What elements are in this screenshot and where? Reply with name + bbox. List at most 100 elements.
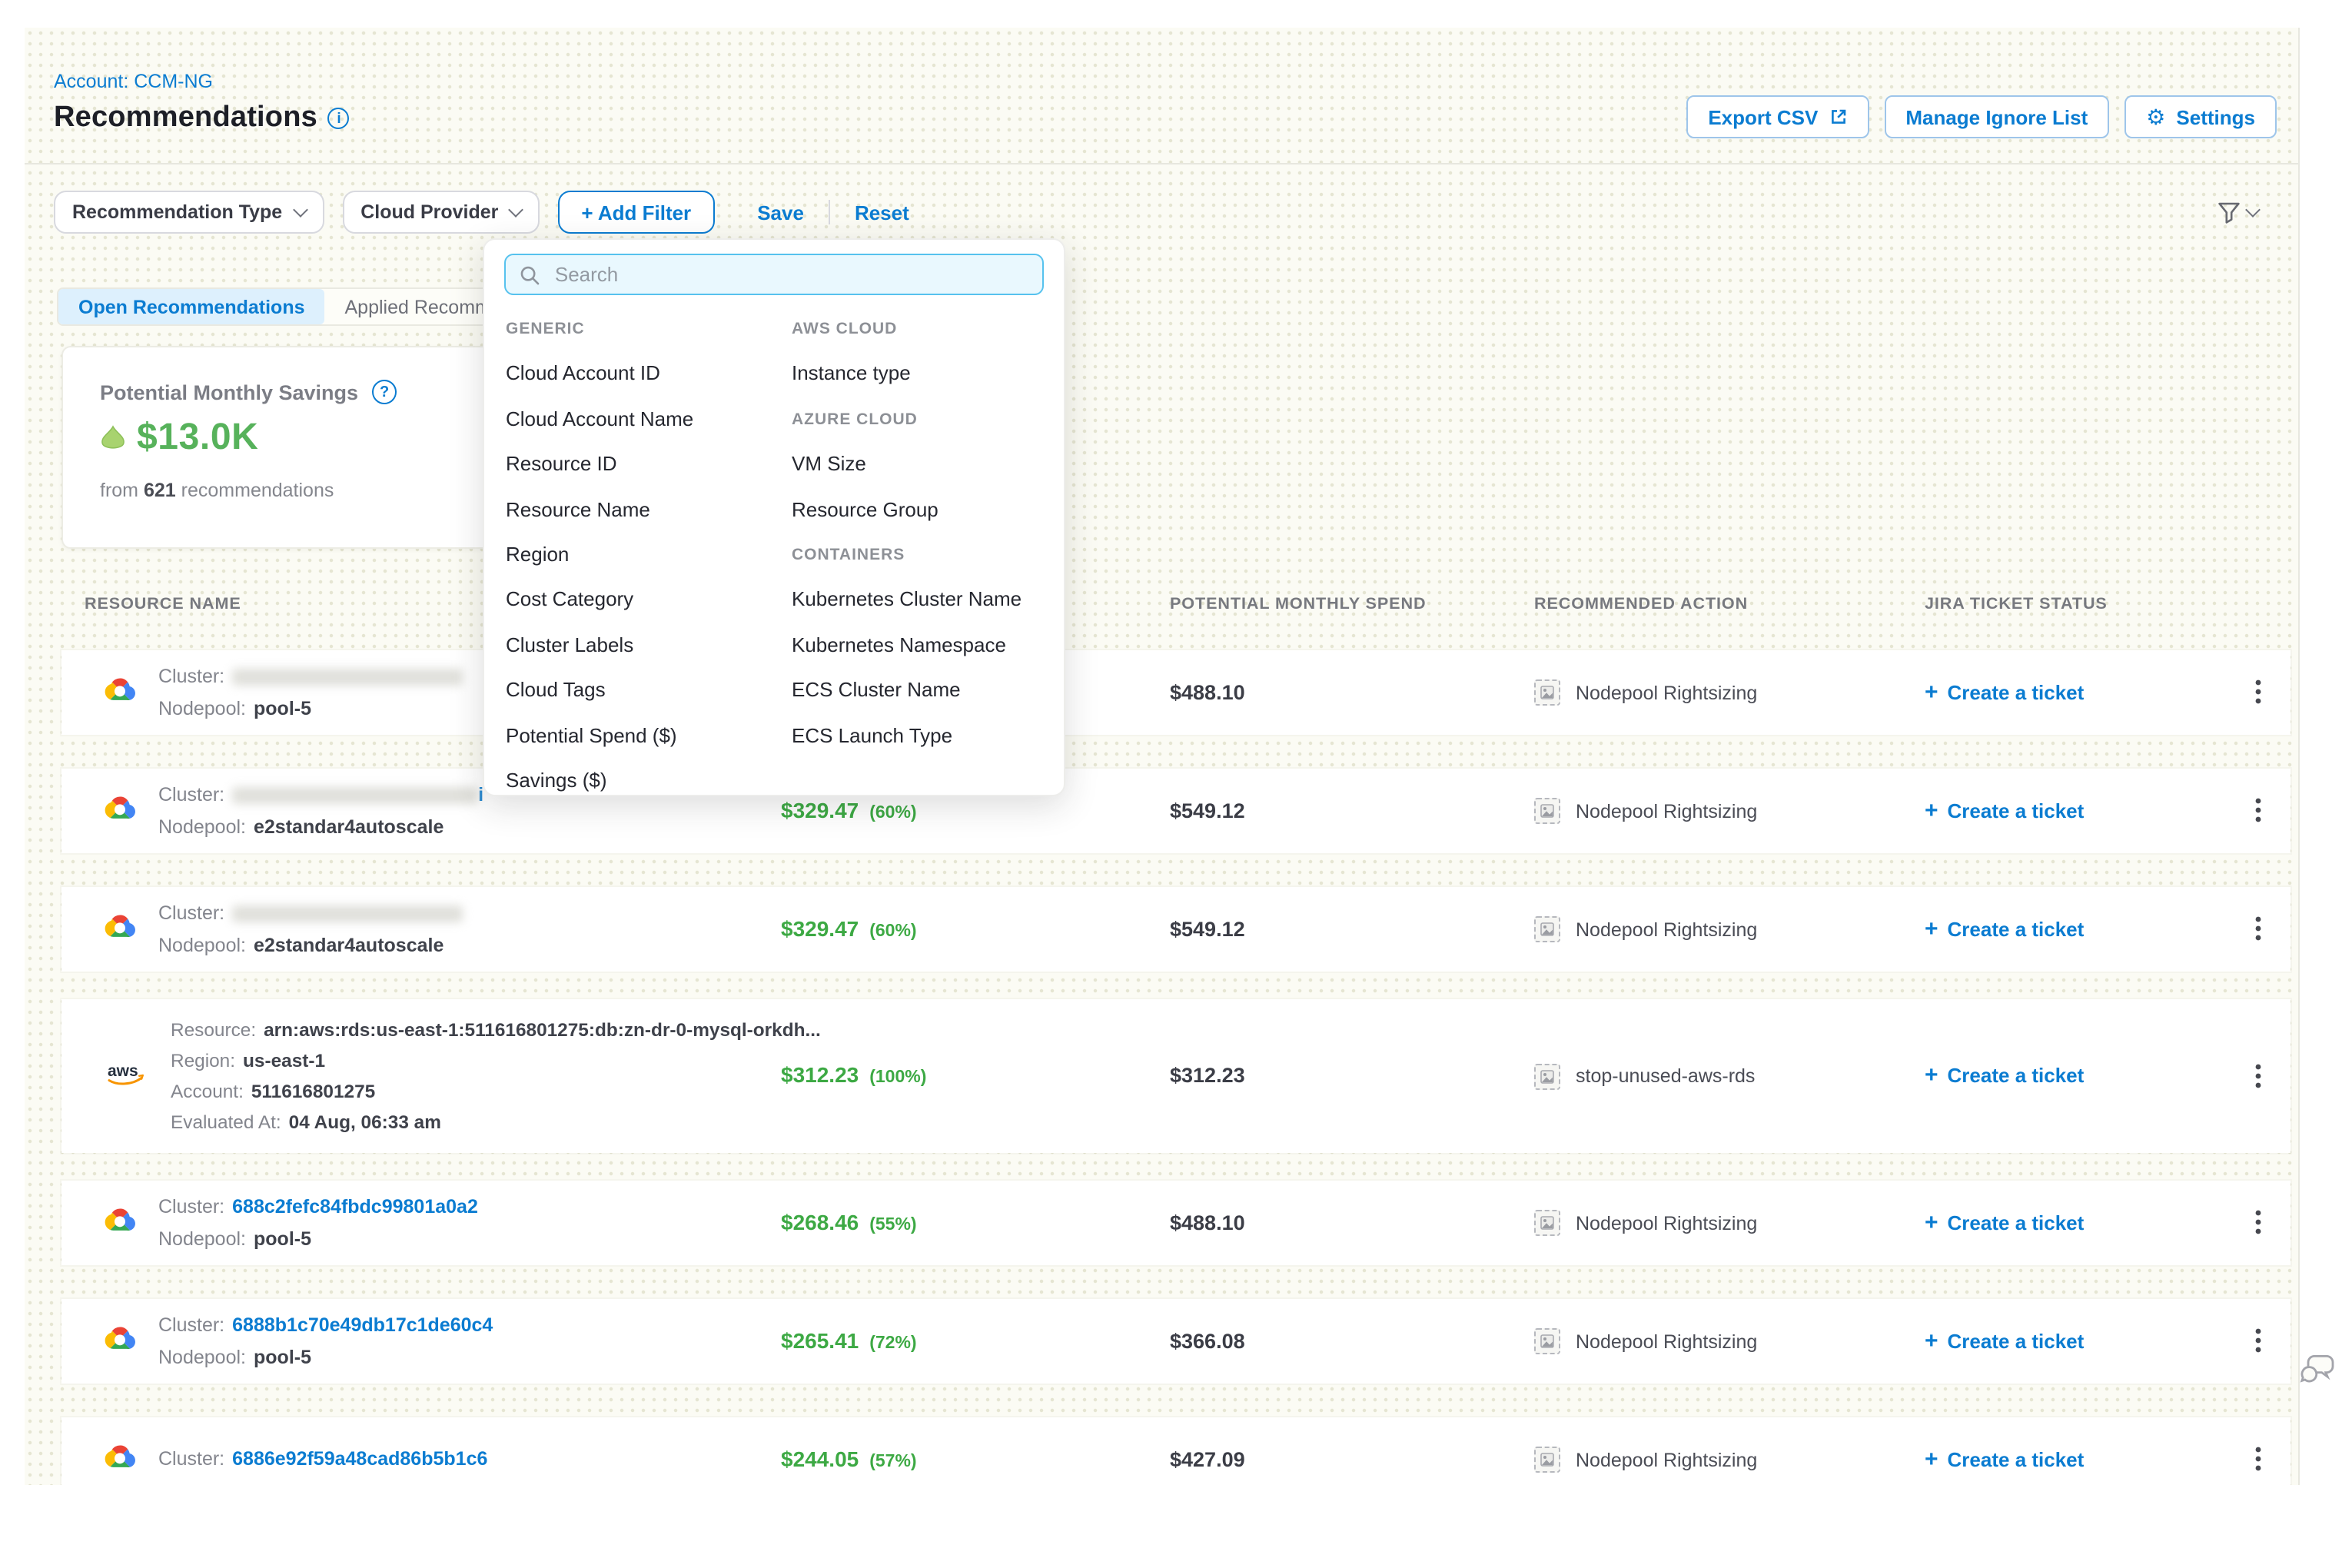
filter-option[interactable]: Savings ($) — [506, 766, 607, 796]
resource-lines: Cluster:iNodepool:e2standar4autoscale — [158, 779, 483, 843]
filter-option[interactable]: Kubernetes Cluster Name — [792, 585, 1022, 616]
resource-value: e2standar4autoscale — [254, 934, 443, 955]
filter-option[interactable]: ECS Launch Type — [792, 720, 952, 751]
kebab-menu[interactable] — [2241, 1321, 2275, 1360]
filter-option[interactable]: Cost Category — [506, 585, 633, 616]
savings-cell: $329.47(60%) — [719, 797, 1108, 825]
add-filter-button[interactable]: + Add Filter — [558, 191, 714, 234]
create-ticket-link[interactable]: + Create a ticket — [1925, 1447, 2084, 1470]
filter-option[interactable]: ECS Cluster Name — [792, 675, 961, 706]
page: Account: CCM-NG Recommendations Export C… — [0, 0, 2352, 1568]
resource-line: Nodepool:pool-5 — [158, 693, 463, 725]
filter-group-header: AWS CLOUD — [792, 314, 897, 344]
kebab-menu[interactable] — [2241, 1202, 2275, 1242]
page-title: Recommendations — [54, 101, 317, 135]
save-filter-link[interactable]: Save — [751, 201, 810, 224]
filter-option[interactable]: Potential Spend ($) — [506, 720, 677, 751]
table-row[interactable]: Cluster:Nodepool:e2standar4autoscale$329… — [61, 887, 2291, 972]
filter-option[interactable]: Kubernetes Namespace — [792, 630, 1006, 661]
settings-button[interactable]: Settings — [2124, 95, 2277, 138]
savings-subtext: from 621 recommendations — [100, 480, 334, 501]
savings-value: $312.23 — [781, 1062, 859, 1087]
savings-percent: (60%) — [869, 922, 916, 940]
recommendation-type-filter[interactable]: Recommendation Type — [54, 191, 324, 234]
create-ticket-label: Create a ticket — [1948, 799, 2085, 822]
filter-option[interactable]: Resource Group — [792, 494, 938, 525]
jira-cell: +Create a ticket — [1863, 1062, 2180, 1090]
action-placeholder-icon — [1534, 1447, 1560, 1473]
savings-value: $244.05 — [781, 1446, 859, 1470]
table-row[interactable]: Cluster:6888b1c70e49db17c1de60c4Nodepool… — [61, 1299, 2291, 1384]
action-placeholder-icon — [1534, 798, 1560, 824]
cluster-link[interactable]: 688c2fefc84fbdc99801a0a2 — [232, 1195, 478, 1217]
gcp-icon — [105, 673, 135, 712]
create-ticket-label: Create a ticket — [1948, 1064, 2085, 1087]
info-icon[interactable] — [328, 108, 350, 129]
manage-ignore-list-button[interactable]: Manage Ignore List — [1884, 95, 2109, 138]
filter-option[interactable]: Cloud Account Name — [506, 404, 693, 435]
tab-open-recommendations[interactable]: Open Recommendations — [58, 289, 325, 324]
create-ticket-link[interactable]: +Create a ticket — [1925, 680, 2084, 703]
chat-support-icon[interactable] — [2300, 1353, 2335, 1393]
redacted-value — [232, 668, 463, 685]
table-row[interactable]: Cluster:688c2fefc84fbdc99801a0a2Nodepool… — [61, 1181, 2291, 1265]
kebab-menu[interactable] — [2241, 1439, 2275, 1479]
filter-option[interactable]: Region — [506, 540, 569, 570]
jira-cell: +Create a ticket — [1863, 1327, 2180, 1355]
kebab-menu[interactable] — [2241, 1055, 2275, 1095]
spend-value: $312.23 — [1170, 1064, 1245, 1087]
table-row[interactable]: Cluster:Nodepool:pool-5$488.10Nodepool R… — [61, 650, 2291, 735]
gcp-icon — [105, 910, 135, 948]
savings-amount: $13.0K — [137, 417, 258, 460]
create-ticket-label: Create a ticket — [1948, 1447, 2085, 1470]
resource-line: Nodepool: e2standar4autoscale — [158, 929, 463, 962]
resource-lines: Cluster:6888b1c70e49db17c1de60c4Nodepool… — [158, 1309, 493, 1374]
account-breadcrumb[interactable]: Account: CCM-NG — [54, 71, 213, 92]
resource-line: Evaluated At:04 Aug, 06:33 am — [171, 1107, 821, 1138]
filter-option[interactable]: Resource Name — [506, 494, 650, 525]
spend-value: $549.12 — [1170, 799, 1245, 822]
resource-line-label: Cluster: — [158, 1195, 224, 1217]
cloud-provider-filter[interactable]: Cloud Provider — [342, 191, 540, 234]
kebab-menu[interactable] — [2241, 790, 2275, 830]
kebab-menu[interactable] — [2241, 672, 2275, 712]
table-row[interactable]: Cluster:iNodepool:e2standar4autoscale $32… — [61, 769, 2291, 853]
filter-option[interactable]: Cloud Tags — [506, 675, 606, 706]
filter-option[interactable]: VM Size — [792, 449, 866, 480]
manage-ignore-list-label: Manage Ignore List — [1905, 105, 2088, 128]
resource-line-label: Nodepool: — [158, 934, 246, 955]
filter-search-box — [504, 254, 1044, 295]
create-ticket-link[interactable]: +Create a ticket — [1925, 917, 2084, 940]
filter-option[interactable]: Cloud Account ID — [506, 359, 660, 390]
resource-line-label: Region: — [171, 1050, 235, 1071]
spend-value: $488.10 — [1170, 1211, 1245, 1234]
spend-cell: $312.23 — [1108, 1062, 1473, 1090]
gcp-icon — [105, 1322, 135, 1360]
cluster-link[interactable]: 6886e92f59a48cad86b5b1c6 — [232, 1448, 487, 1470]
jira-cell: +Create a ticket — [1863, 915, 2180, 943]
cluster-link[interactable]: 6888b1c70e49db17c1de60c4 — [232, 1314, 493, 1335]
kebab-menu[interactable] — [2241, 909, 2275, 948]
filter-option[interactable]: Instance type — [792, 359, 911, 390]
create-ticket-link[interactable]: +Create a ticket — [1925, 1211, 2084, 1234]
plus-icon: + — [1925, 1447, 1938, 1470]
create-ticket-link[interactable]: +Create a ticket — [1925, 1329, 2084, 1352]
filter-option[interactable]: Cluster Labels — [506, 630, 633, 661]
savings-card-label: Potential Monthly Savings — [100, 380, 358, 404]
search-input[interactable] — [552, 261, 1028, 287]
help-icon[interactable] — [372, 380, 397, 404]
create-ticket-link[interactable]: +Create a ticket — [1925, 799, 2084, 822]
spend-cell: $427.09 — [1108, 1446, 1473, 1473]
reset-filter-link[interactable]: Reset — [849, 201, 915, 224]
filter-funnel-icon[interactable] — [2217, 200, 2258, 224]
action-placeholder-icon — [1534, 916, 1560, 942]
export-csv-button[interactable]: Export CSV — [1686, 95, 1869, 138]
table-row[interactable]: awsResource:arn:aws:rds:us-east-1:511616… — [61, 999, 2291, 1153]
table-row[interactable]: Cluster:6886e92f59a48cad86b5b1c6$244.05(… — [61, 1417, 2291, 1485]
create-ticket-link[interactable]: +Create a ticket — [1925, 1064, 2084, 1087]
savings-value: $268.46 — [781, 1209, 859, 1234]
savings-percent: (55%) — [869, 1215, 916, 1234]
filter-option[interactable]: Resource ID — [506, 449, 617, 480]
resource-line-label: Cluster: — [158, 665, 224, 686]
resource-line-label: Nodepool: — [158, 697, 246, 719]
